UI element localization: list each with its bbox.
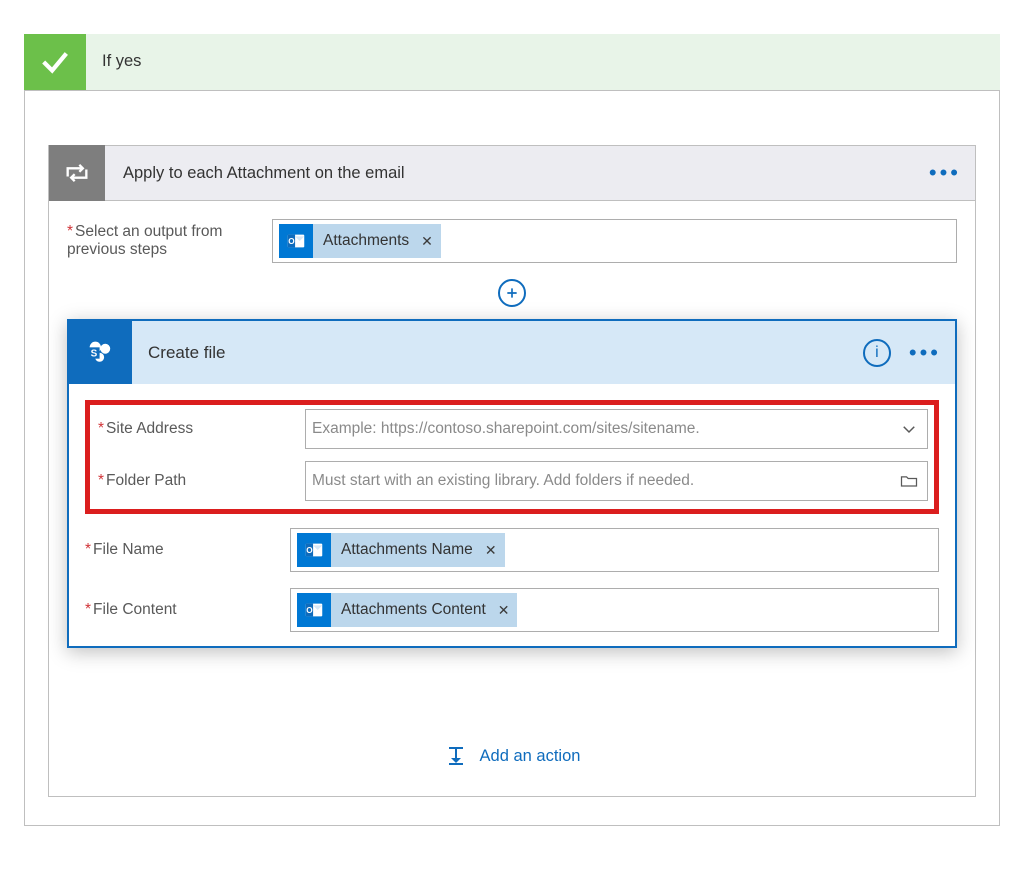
chip-label: Attachments Content: [331, 601, 496, 619]
svg-text:S: S: [90, 348, 97, 359]
if-yes-header[interactable]: If yes: [24, 34, 1000, 90]
site-address-field[interactable]: [305, 409, 928, 449]
create-file-header[interactable]: S Create file i •••: [69, 321, 955, 384]
filename-chip[interactable]: O Attachments Name ✕: [297, 533, 505, 567]
more-menu-button[interactable]: •••: [915, 162, 975, 184]
if-yes-title: If yes: [86, 34, 1000, 90]
create-file-content: *Site Address *Folder Path: [69, 384, 955, 646]
attachments-chip[interactable]: O Attachments ✕: [279, 224, 441, 258]
select-output-field[interactable]: O Attachments ✕: [272, 219, 957, 263]
loop-icon: [49, 145, 105, 201]
create-file-title: Create file: [132, 343, 863, 363]
insert-step-button[interactable]: [498, 279, 526, 307]
apply-to-each-content: *Select an output from previous steps O …: [48, 201, 976, 797]
chip-label: Attachments: [313, 232, 419, 250]
outlook-icon: O: [297, 533, 331, 567]
file-content-label: *File Content: [85, 601, 290, 619]
file-content-row: *File Content O Attachments Content ✕: [85, 588, 939, 632]
file-name-row: *File Name O Attachments Name ✕: [85, 528, 939, 572]
if-yes-body: Apply to each Attachment on the email ••…: [24, 90, 1000, 826]
outlook-icon: O: [279, 224, 313, 258]
folder-path-label: *Folder Path: [90, 472, 305, 490]
create-file-more-menu[interactable]: •••: [895, 342, 955, 364]
select-output-label: *Select an output from previous steps: [67, 223, 272, 259]
sharepoint-icon: S: [69, 321, 132, 384]
folder-icon[interactable]: [895, 471, 923, 491]
folder-path-field[interactable]: [305, 461, 928, 501]
chip-remove-button[interactable]: ✕: [483, 542, 505, 559]
folder-path-row: *Folder Path: [90, 461, 934, 501]
chip-label: Attachments Name: [331, 541, 483, 559]
select-output-row: *Select an output from previous steps O …: [67, 219, 957, 263]
file-name-field[interactable]: O Attachments Name ✕: [290, 528, 939, 572]
apply-to-each-header[interactable]: Apply to each Attachment on the email ••…: [48, 145, 976, 201]
add-action-icon: [444, 744, 468, 768]
add-an-action-button[interactable]: Add an action: [67, 744, 957, 768]
chip-remove-button[interactable]: ✕: [496, 602, 518, 619]
site-address-input[interactable]: [312, 420, 895, 438]
svg-text:O: O: [306, 606, 313, 615]
add-action-label: Add an action: [480, 747, 581, 766]
folder-path-input[interactable]: [312, 472, 895, 490]
site-address-row: *Site Address: [90, 409, 934, 449]
svg-text:O: O: [288, 237, 295, 246]
file-name-label: *File Name: [85, 541, 290, 559]
info-button[interactable]: i: [863, 339, 891, 367]
svg-text:O: O: [306, 546, 313, 555]
file-content-field[interactable]: O Attachments Content ✕: [290, 588, 939, 632]
filecontent-chip[interactable]: O Attachments Content ✕: [297, 593, 517, 627]
highlighted-fields-group: *Site Address *Folder Path: [85, 400, 939, 514]
apply-to-each-block: Apply to each Attachment on the email ••…: [48, 145, 976, 797]
check-icon: [24, 34, 86, 90]
outlook-icon: O: [297, 593, 331, 627]
apply-to-each-title: Apply to each Attachment on the email: [105, 164, 915, 183]
chevron-down-icon[interactable]: [895, 420, 923, 438]
chip-remove-button[interactable]: ✕: [419, 233, 441, 250]
create-file-block: S Create file i ••• *Site Address: [67, 319, 957, 648]
site-address-label: *Site Address: [90, 420, 305, 438]
